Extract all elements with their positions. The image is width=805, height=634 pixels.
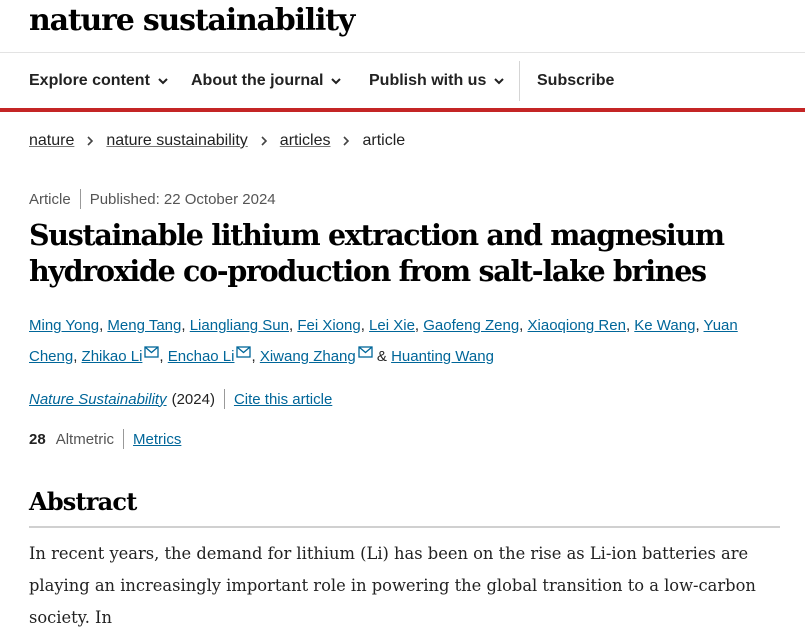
nav-subscribe-label: Subscribe — [537, 72, 615, 89]
journal-link[interactable]: Nature Sustainability — [29, 391, 167, 408]
author-link[interactable]: Xiaoqiong Ren — [528, 317, 626, 334]
nav-about-journal[interactable]: About the journal — [191, 72, 342, 90]
metrics-divider — [123, 429, 125, 449]
article-meta: Article Published: 22 October 2024 — [29, 189, 276, 209]
author-link[interactable]: Fei Xiong — [297, 317, 360, 334]
author-link[interactable]: Xiwang Zhang — [260, 348, 356, 365]
breadcrumb-articles[interactable]: articles — [280, 132, 331, 150]
breadcrumb-nature-sustainability[interactable]: nature sustainability — [106, 132, 247, 150]
breadcrumb: nature nature sustainability articles ar… — [29, 132, 405, 150]
nav-explore-content[interactable]: Explore content — [29, 72, 168, 90]
journal-logo[interactable]: nature sustainability — [29, 3, 355, 38]
author-joiner: & — [376, 348, 387, 365]
mail-icon[interactable] — [144, 346, 160, 358]
author-link[interactable]: Meng Tang — [107, 317, 181, 334]
mail-icon[interactable] — [236, 346, 252, 358]
altmetric-label: Altmetric — [55, 430, 115, 448]
chevron-right-icon — [87, 136, 94, 146]
mail-icon[interactable] — [358, 346, 373, 358]
nav-explore-label: Explore content — [29, 72, 150, 89]
altmetric-count: 28 — [29, 430, 46, 448]
nav-about-label: About the journal — [191, 72, 324, 89]
main-nav: Explore content About the journal Publis… — [0, 53, 805, 108]
chevron-right-icon — [261, 136, 267, 146]
metrics-link[interactable]: Metrics — [133, 431, 181, 448]
nav-divider — [519, 61, 520, 101]
citation-line: Nature Sustainability (2024) Cite this a… — [29, 389, 332, 409]
site-header: nature sustainability — [0, 0, 805, 53]
nav-publish-label: Publish with us — [369, 72, 487, 89]
author-link[interactable]: Zhikao Li — [82, 348, 143, 365]
author-link[interactable]: Liangliang Sun — [190, 317, 289, 334]
author-link[interactable]: Gaofeng Zeng — [423, 317, 519, 334]
abstract-heading: Abstract — [29, 487, 137, 516]
author-link[interactable]: Enchao Li — [168, 348, 235, 365]
metrics-line: 28 Altmetric Metrics — [29, 429, 181, 449]
article-title: Sustainable lithium extraction and magne… — [29, 218, 725, 288]
accent-bar — [0, 108, 805, 112]
author-link[interactable]: Ming Yong — [29, 317, 99, 334]
nav-subscribe[interactable]: Subscribe — [537, 72, 614, 90]
publish-date: Published: 22 October 2024 — [89, 190, 276, 208]
chevron-down-icon — [158, 78, 168, 85]
author-list: Ming Yong, Meng Tang, Liangliang Sun, Fe… — [29, 317, 738, 365]
breadcrumb-nature[interactable]: nature — [29, 132, 74, 150]
citation-divider — [223, 389, 225, 409]
publication-year: (2024) — [171, 390, 215, 408]
nav-publish-with-us[interactable]: Publish with us — [369, 72, 505, 90]
chevron-right-icon — [343, 136, 350, 146]
article-type: Article — [29, 190, 71, 208]
abstract-divider — [29, 526, 780, 528]
breadcrumb-current: article — [362, 132, 406, 149]
author-link[interactable]: Lei Xie — [369, 317, 415, 334]
abstract-text: In recent years, the demand for lithium … — [29, 544, 756, 627]
cite-article-link[interactable]: Cite this article — [234, 391, 332, 408]
author-link[interactable]: Ke Wang — [634, 317, 695, 334]
author-link[interactable]: Huanting Wang — [391, 348, 494, 365]
meta-divider — [79, 189, 81, 209]
chevron-down-icon — [494, 78, 505, 85]
chevron-down-icon — [331, 78, 342, 85]
